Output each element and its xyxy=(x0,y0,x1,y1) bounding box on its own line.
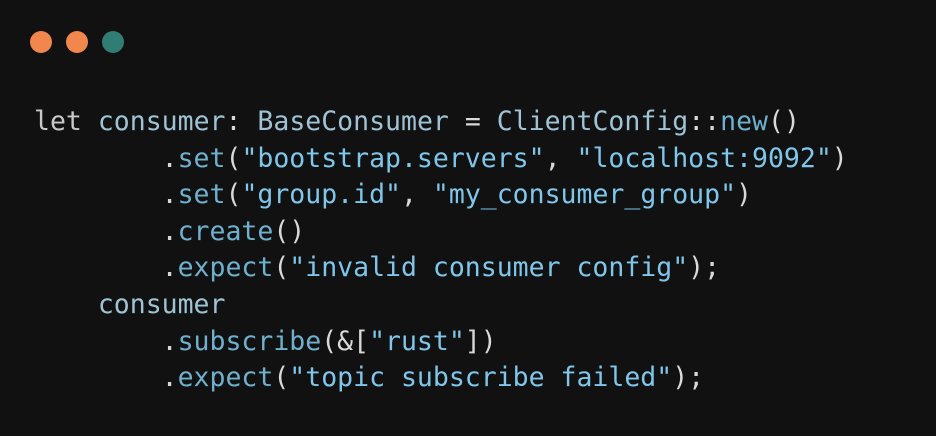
code-token: . xyxy=(34,252,178,284)
code-token: "invalid consumer config" xyxy=(289,252,689,284)
code-token: "topic subscribe failed" xyxy=(289,362,673,394)
code-token: let xyxy=(34,106,82,137)
code-line: .create() xyxy=(34,214,848,251)
code-token: . xyxy=(34,362,178,394)
code-token: set xyxy=(177,179,226,211)
code-token: ); xyxy=(688,252,721,284)
code-token: BaseConsumer xyxy=(257,106,449,137)
code-token: subscribe xyxy=(177,325,322,357)
code-token: ) xyxy=(831,142,848,174)
code-line: let consumer: BaseConsumer = ClientConfi… xyxy=(34,104,848,141)
close-window-dot-icon[interactable] xyxy=(30,31,52,53)
code-token: () xyxy=(273,215,306,247)
code-token: : xyxy=(225,106,258,137)
code-token: ( xyxy=(273,362,290,394)
code-token: ( xyxy=(273,252,290,284)
code-token: expect xyxy=(177,252,274,284)
code-line: consumer xyxy=(34,287,848,324)
code-line: .set("group.id", "my_consumer_group") xyxy=(34,177,848,214)
code-token: ]) xyxy=(464,325,497,357)
code-token: . xyxy=(34,142,178,174)
code-window: let consumer: BaseConsumer = ClientConfi… xyxy=(0,0,936,436)
code-token: ( xyxy=(225,142,242,174)
code-token: "my_consumer_group" xyxy=(432,179,737,211)
code-line: .expect("topic subscribe failed"); xyxy=(34,360,848,397)
code-token: = xyxy=(448,106,497,137)
code-token: set xyxy=(177,142,226,174)
code-token: , xyxy=(544,142,577,174)
code-token: . xyxy=(34,325,178,357)
code-token: ) xyxy=(736,179,753,211)
minimize-window-dot-icon[interactable] xyxy=(66,31,88,53)
code-line: .set("bootstrap.servers", "localhost:909… xyxy=(34,141,848,178)
code-token: ( xyxy=(225,179,242,211)
code-token: () xyxy=(767,106,800,137)
code-token: "rust" xyxy=(369,325,465,357)
code-token: expect xyxy=(177,362,274,394)
code-token: "localhost:9092" xyxy=(576,142,832,174)
code-block: let consumer: BaseConsumer = ClientConfi… xyxy=(34,104,848,397)
code-token: (&[ xyxy=(321,325,370,357)
code-token: ClientConfig xyxy=(496,106,689,137)
code-token: "bootstrap.servers" xyxy=(241,142,545,174)
code-token: create xyxy=(177,215,274,247)
code-token: . xyxy=(34,179,178,211)
code-token: new xyxy=(720,106,768,137)
code-token: consumer xyxy=(97,106,226,137)
code-token: consumer xyxy=(97,288,226,320)
code-line: .expect("invalid consumer config"); xyxy=(34,250,848,287)
window-controls xyxy=(30,31,124,53)
code-token: :: xyxy=(688,106,721,137)
code-token: ); xyxy=(672,362,705,394)
maximize-window-dot-icon[interactable] xyxy=(102,31,124,53)
code-token: . xyxy=(34,215,178,247)
code-line: .subscribe(&["rust"]) xyxy=(34,324,848,361)
code-token: , xyxy=(400,179,433,211)
code-token: "group.id" xyxy=(241,179,401,211)
